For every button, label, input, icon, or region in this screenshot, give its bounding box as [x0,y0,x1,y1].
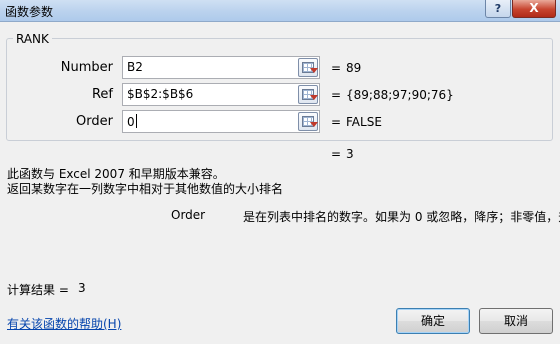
number-equals: = [331,61,342,75]
window-title: 函数参数 [5,5,54,19]
title-bar [0,0,560,22]
ref-input[interactable]: $B$2:$B$6 [122,83,320,106]
arg-desc-name: Order [171,208,206,222]
order-label: Order [76,114,113,129]
order-ref-button[interactable] [298,112,318,131]
calc-result-label: 计算结果 = [7,283,69,297]
calc-result-value: 3 [78,281,86,295]
order-input-value: 0 [127,115,135,129]
number-input[interactable]: B2 [122,56,320,79]
ref-result: {89;88;97;90;76} [346,88,454,102]
ref-ref-button[interactable] [298,85,318,104]
number-input-value: B2 [127,60,143,74]
ref-label: Ref [91,87,113,102]
formula-equals: = [331,147,342,161]
ref-input-value: $B$2:$B$6 [127,87,194,101]
number-ref-button[interactable] [298,58,318,77]
text-caret [135,114,137,128]
order-result: FALSE [346,115,382,129]
order-input[interactable]: 0 [122,110,320,133]
formula-result: 3 [346,147,354,161]
ref-equals: = [331,88,342,102]
function-help-link[interactable]: 有关该函数的帮助(H) [7,315,121,332]
number-label: Number [60,60,113,75]
help-button[interactable]: ? [485,0,511,18]
arg-desc-text: 是在列表中排名的数字。如果为 0 或忽略，降序；非零值，升序 [243,210,560,224]
ok-button[interactable]: 确定 [396,308,470,334]
number-result: 89 [346,61,362,75]
function-summary: 返回某数字在一列数字中相对于其他数值的大小排名 [7,182,284,196]
function-name: RANK [13,32,52,46]
order-equals: = [331,115,342,129]
close-button[interactable]: X [512,0,556,18]
cancel-button[interactable]: 取消 [479,308,553,334]
